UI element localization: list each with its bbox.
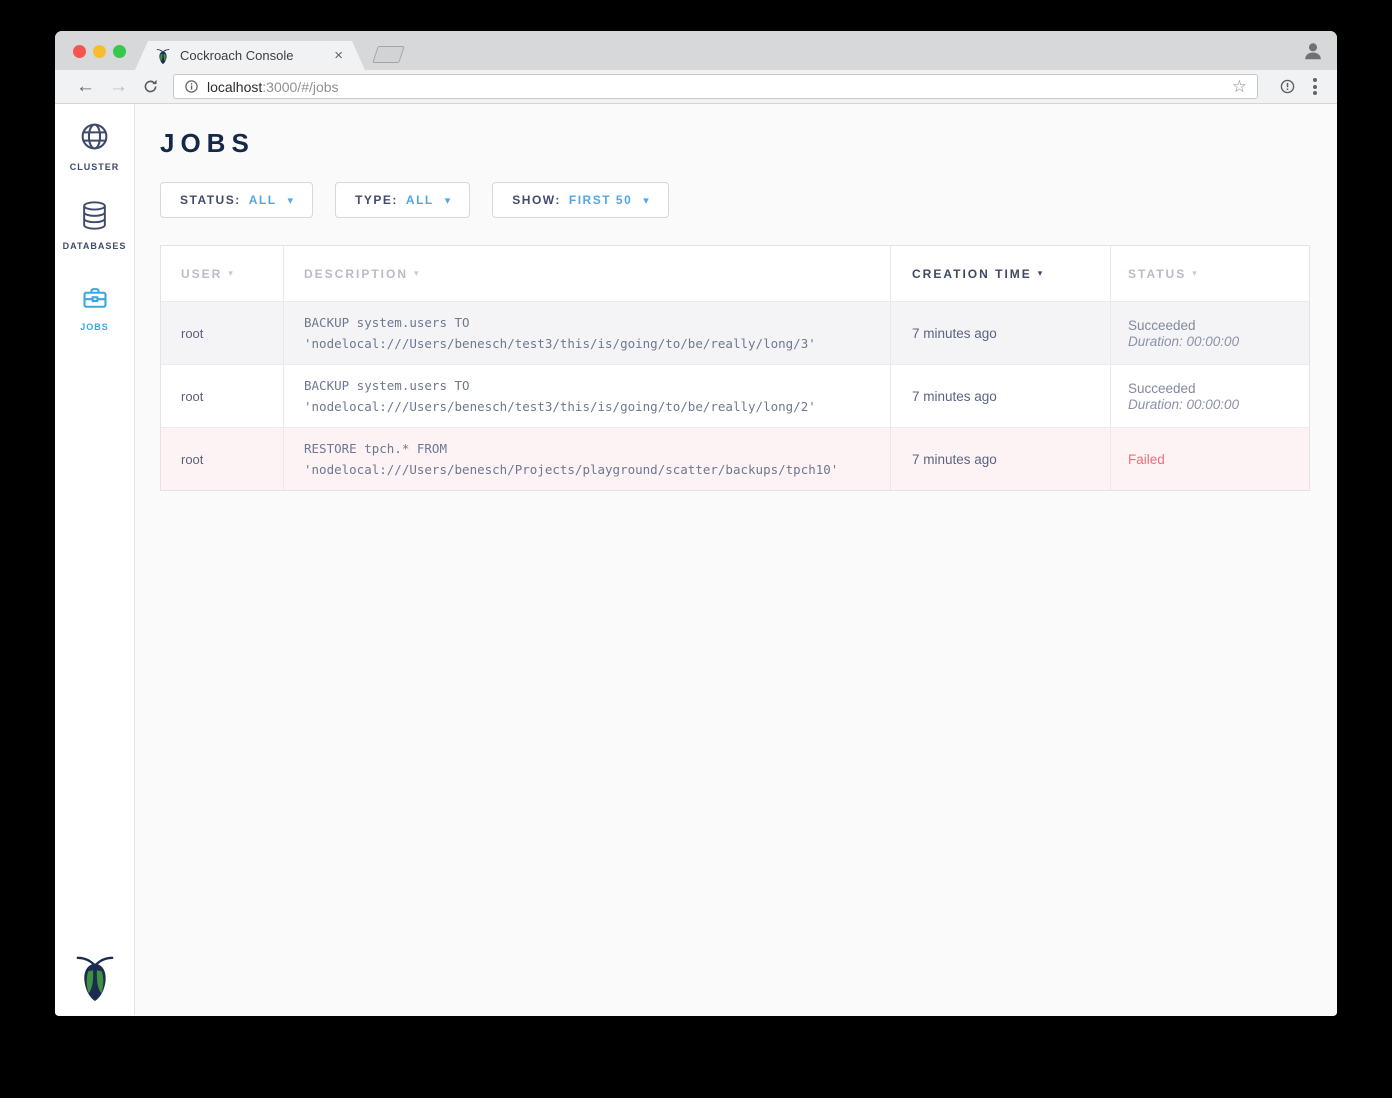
profile-avatar-icon[interactable] [1302,40,1324,62]
browser-window: Cockroach Console × ← → localhost:3000/#… [55,31,1337,1016]
column-header-creation-time[interactable]: CREATION TIME ▾ [890,246,1110,301]
cockroach-favicon-icon [155,47,171,65]
job-user: root [161,428,283,490]
job-user: root [161,302,283,364]
job-creation-time: 7 minutes ago [890,428,1110,490]
table-row: root BACKUP system.users TO 'nodelocal:/… [161,364,1309,427]
job-description: BACKUP system.users TO 'nodelocal:///Use… [283,365,890,427]
status-filter-dropdown[interactable]: STATUS: ALL ▾ [160,182,313,218]
window-controls [73,45,126,58]
page-title: JOBS [160,128,1337,159]
cockroach-console-app: CLUSTER DATABASES JOBS [55,104,1337,1015]
sort-caret-icon: ▾ [1038,268,1043,279]
job-user: root [161,365,283,427]
jobs-table: USER ▾ DESCRIPTION ▾ CREATION TIME ▾ STA… [160,245,1310,491]
sort-caret-icon: ▾ [1192,268,1197,279]
close-window-button[interactable] [73,45,86,58]
sort-caret-icon: ▾ [228,268,233,279]
sidebar: CLUSTER DATABASES JOBS [55,104,135,1015]
job-creation-time: 7 minutes ago [890,302,1110,364]
chevron-down-icon: ▾ [288,194,294,207]
globe-icon [79,121,110,152]
job-status: Failed [1110,428,1309,490]
page-info-icon[interactable] [184,79,199,94]
column-header-status[interactable]: STATUS ▾ [1110,246,1309,301]
zoom-window-button[interactable] [113,45,126,58]
url-path: :3000/#/jobs [262,79,338,95]
filter-label: SHOW: [512,193,561,207]
sidebar-item-label: CLUSTER [55,162,134,172]
back-button[interactable]: ← [69,77,102,96]
chevron-down-icon: ▾ [643,194,649,207]
job-description: BACKUP system.users TO 'nodelocal:///Use… [283,302,890,364]
new-tab-button[interactable] [372,46,405,63]
forward-button[interactable]: → [102,77,135,96]
filter-value: ALL [249,193,277,207]
sort-caret-icon: ▾ [414,268,419,279]
browser-toolbar: ← → localhost:3000/#/jobs ☆ [55,70,1337,104]
sidebar-item-databases[interactable]: DATABASES [55,200,134,251]
url-text: localhost:3000/#/jobs [207,79,339,95]
filter-bar: STATUS: ALL ▾ TYPE: ALL ▾ SHOW: FIRST 50… [160,182,1337,218]
reload-button[interactable] [142,78,159,95]
table-row: root RESTORE tpch.* FROM 'nodelocal:///U… [161,427,1309,490]
sidebar-item-cluster[interactable]: CLUSTER [55,121,134,172]
url-bar[interactable]: localhost:3000/#/jobs ☆ [173,74,1258,99]
chevron-down-icon: ▾ [445,194,451,207]
filter-label: TYPE: [355,193,398,207]
tab-close-icon[interactable]: × [334,48,343,63]
filter-value: ALL [406,193,434,207]
filter-label: STATUS: [180,193,241,207]
show-filter-dropdown[interactable]: SHOW: FIRST 50 ▾ [492,182,669,218]
column-header-description[interactable]: DESCRIPTION ▾ [283,246,890,301]
job-status: Succeeded Duration: 00:00:00 [1110,365,1309,427]
cockroach-logo-icon [72,950,118,1004]
job-description: RESTORE tpch.* FROM 'nodelocal:///Users/… [283,428,890,490]
table-row: root BACKUP system.users TO 'nodelocal:/… [161,301,1309,364]
sidebar-item-jobs[interactable]: JOBS [55,284,134,332]
extension-icon[interactable] [1279,78,1296,95]
tab-title: Cockroach Console [180,48,334,63]
status-text: Succeeded [1128,318,1309,333]
job-status: Succeeded Duration: 00:00:00 [1110,302,1309,364]
url-host: localhost [207,79,262,95]
status-duration: Duration: 00:00:00 [1128,334,1309,349]
job-creation-time: 7 minutes ago [890,365,1110,427]
browser-menu-icon[interactable] [1313,78,1317,95]
status-text: Succeeded [1128,381,1309,396]
column-header-user[interactable]: USER ▾ [161,246,283,301]
sidebar-item-label: DATABASES [55,241,134,251]
filter-value: FIRST 50 [569,193,632,207]
briefcase-icon [81,284,109,312]
sidebar-item-label: JOBS [55,322,134,332]
bookmark-star-icon[interactable]: ☆ [1232,78,1247,95]
jobs-page: JOBS STATUS: ALL ▾ TYPE: ALL ▾ SHOW: FIR… [135,104,1337,1015]
minimize-window-button[interactable] [93,45,106,58]
status-duration: Duration: 00:00:00 [1128,397,1309,412]
table-header-row: USER ▾ DESCRIPTION ▾ CREATION TIME ▾ STA… [161,246,1309,301]
status-text: Failed [1128,452,1309,467]
type-filter-dropdown[interactable]: TYPE: ALL ▾ [335,182,470,218]
browser-tab-bar: Cockroach Console × [55,31,1337,70]
database-icon [79,200,110,231]
browser-tab[interactable]: Cockroach Console × [135,41,365,70]
